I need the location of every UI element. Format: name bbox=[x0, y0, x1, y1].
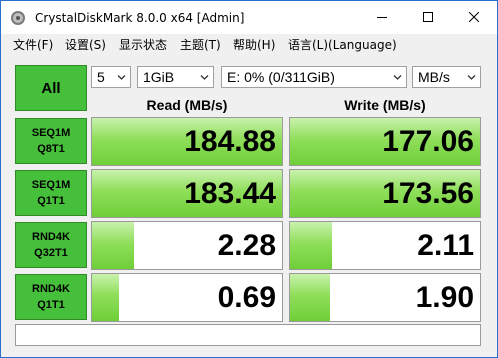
app-window: CrystalDiskMark 8.0.0 x64 [Admin] 文件(F) … bbox=[0, 0, 498, 358]
test-count-select[interactable]: 5 bbox=[91, 66, 131, 88]
read-value: 2.28 bbox=[217, 229, 276, 262]
title-bar[interactable]: CrystalDiskMark 8.0.0 x64 [Admin] bbox=[1, 1, 497, 34]
write-header: Write (MB/s) bbox=[344, 97, 426, 113]
menu-theme[interactable]: 主题(T) bbox=[180, 38, 221, 52]
read-result-cell: 0.69 bbox=[91, 273, 283, 322]
comment-field[interactable] bbox=[15, 324, 481, 346]
write-value: 1.90 bbox=[415, 281, 474, 314]
menu-file[interactable]: 文件(F) bbox=[13, 38, 53, 52]
menu-help[interactable]: 帮助(H) bbox=[233, 38, 275, 52]
test-count-value: 5 bbox=[97, 69, 105, 85]
test-rnd4k-q32t1-button[interactable]: RND4K Q32T1 bbox=[15, 222, 87, 268]
menu-bar: 文件(F) 设置(S) 显示状态 主题(T) 帮助(H) 语言(L)(Langu… bbox=[1, 34, 497, 56]
write-result-cell: 173.56 bbox=[289, 169, 481, 218]
read-result-cell: 183.44 bbox=[91, 169, 283, 218]
test-name: SEQ1M bbox=[31, 127, 71, 139]
menu-display-status[interactable]: 显示状态 bbox=[119, 38, 167, 52]
unit-select[interactable]: MB/s bbox=[412, 66, 481, 88]
test-params: Q32T1 bbox=[34, 247, 68, 259]
test-params: Q1T1 bbox=[37, 195, 65, 207]
read-progress-bar bbox=[92, 274, 119, 321]
drive-value: E: 0% (0/311GiB) bbox=[227, 69, 335, 85]
write-value: 177.06 bbox=[382, 125, 474, 158]
read-progress-bar bbox=[92, 222, 134, 269]
write-result-cell: 1.90 bbox=[289, 273, 481, 322]
window-title: CrystalDiskMark 8.0.0 x64 [Admin] bbox=[35, 11, 245, 25]
test-size-value: 1GiB bbox=[143, 69, 175, 85]
test-name: RND4K bbox=[32, 231, 70, 243]
minimize-icon bbox=[377, 17, 387, 18]
maximize-button[interactable] bbox=[405, 1, 451, 34]
test-name: SEQ1M bbox=[31, 179, 71, 191]
chevron-down-icon bbox=[117, 75, 126, 80]
close-icon bbox=[469, 12, 479, 22]
test-seq1m-q8t1-button[interactable]: SEQ1M Q8T1 bbox=[15, 118, 87, 164]
write-value: 173.56 bbox=[382, 177, 474, 210]
menu-settings[interactable]: 设置(S) bbox=[65, 38, 106, 52]
write-result-cell: 2.11 bbox=[289, 221, 481, 270]
read-result-cell: 2.28 bbox=[91, 221, 283, 270]
chevron-down-icon bbox=[393, 75, 402, 80]
write-progress-bar bbox=[290, 222, 332, 269]
test-rnd4k-q1t1-button[interactable]: RND4K Q1T1 bbox=[15, 274, 87, 320]
menu-language[interactable]: 语言(L)(Language) bbox=[288, 38, 397, 52]
app-disk-icon bbox=[10, 10, 26, 26]
read-header: Read (MB/s) bbox=[146, 97, 228, 113]
read-value: 184.88 bbox=[184, 125, 276, 158]
unit-value: MB/s bbox=[418, 69, 450, 85]
chevron-down-icon bbox=[200, 75, 209, 80]
test-size-select[interactable]: 1GiB bbox=[137, 66, 214, 88]
minimize-button[interactable] bbox=[359, 1, 405, 34]
write-result-cell: 177.06 bbox=[289, 117, 481, 166]
test-params: Q1T1 bbox=[37, 299, 65, 311]
test-seq1m-q1t1-button[interactable]: SEQ1M Q1T1 bbox=[15, 170, 87, 216]
write-value: 2.11 bbox=[417, 229, 474, 262]
test-name: RND4K bbox=[32, 283, 70, 295]
test-params: Q8T1 bbox=[37, 143, 65, 155]
close-button[interactable] bbox=[451, 1, 497, 34]
maximize-icon bbox=[423, 12, 433, 22]
chevron-down-icon bbox=[467, 75, 476, 80]
drive-select[interactable]: E: 0% (0/311GiB) bbox=[221, 66, 407, 88]
read-value: 183.44 bbox=[184, 177, 276, 210]
read-value: 0.69 bbox=[217, 281, 276, 314]
all-button[interactable]: All bbox=[15, 65, 87, 111]
write-progress-bar bbox=[290, 274, 330, 321]
read-result-cell: 184.88 bbox=[91, 117, 283, 166]
